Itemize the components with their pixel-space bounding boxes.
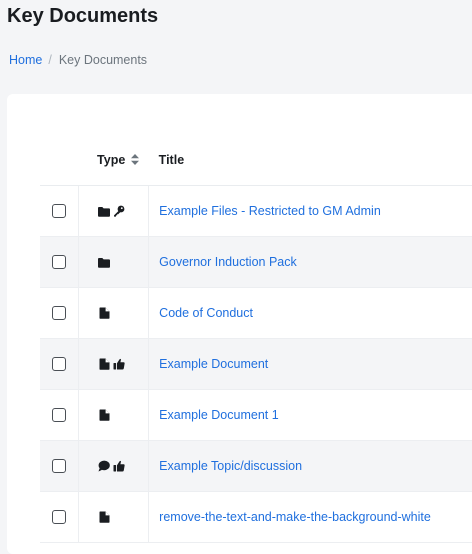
documents-card: Type Title Example Files - Restricted to… <box>7 94 472 554</box>
document-title-link[interactable]: Example Document <box>159 357 268 371</box>
table-row: remove-the-text-and-make-the-background-… <box>40 491 472 543</box>
table-row: Example Topic/discussion <box>40 440 472 492</box>
row-select-cell <box>40 440 79 492</box>
table-row: Governor Induction Pack <box>40 236 472 288</box>
breadcrumb-separator: / <box>48 53 52 67</box>
table-row: Example Document <box>40 338 472 390</box>
thumbs-up-icon <box>113 460 126 473</box>
row-select-cell <box>40 185 79 237</box>
document-title-link[interactable]: Example Topic/discussion <box>159 459 302 473</box>
row-checkbox[interactable] <box>52 204 66 218</box>
row-title-cell: Example Document <box>148 338 472 390</box>
file-icon <box>98 358 111 371</box>
file-icon <box>98 409 111 422</box>
document-title-link[interactable]: Example Document 1 <box>159 408 279 422</box>
file-icon <box>98 307 111 320</box>
page-title: Key Documents <box>7 5 159 27</box>
row-select-cell <box>40 287 79 339</box>
row-type-cell <box>78 185 150 237</box>
file-icon <box>98 511 111 524</box>
header-title-label: Title <box>158 152 185 167</box>
table-header-row: Type Title <box>40 134 472 186</box>
comment-icon <box>98 460 111 473</box>
document-title-link[interactable]: Governor Induction Pack <box>159 255 297 269</box>
header-title-column: Title <box>148 134 472 186</box>
document-title-link[interactable]: remove-the-text-and-make-the-background-… <box>159 510 431 524</box>
table-row: Example Files - Restricted to GM Admin <box>40 185 472 237</box>
row-type-cell <box>78 236 150 288</box>
row-select-cell <box>40 491 79 543</box>
row-title-cell: Code of Conduct <box>148 287 472 339</box>
breadcrumb-home-link[interactable]: Home <box>9 52 42 68</box>
table-row: Example Document 1 <box>40 389 472 441</box>
row-type-cell <box>78 287 150 339</box>
row-type-cell <box>78 491 150 543</box>
folder-icon <box>98 256 111 269</box>
row-select-cell <box>40 236 79 288</box>
sort-icon[interactable] <box>131 154 140 165</box>
header-type-label: Type <box>97 152 126 167</box>
row-type-cell <box>78 338 150 390</box>
header-select-column <box>40 134 79 186</box>
row-checkbox[interactable] <box>52 459 66 473</box>
row-title-cell: remove-the-text-and-make-the-background-… <box>148 491 472 543</box>
thumbs-up-icon <box>113 358 126 371</box>
documents-table: Type Title Example Files - Restricted to… <box>40 134 472 543</box>
row-select-cell <box>40 389 79 441</box>
row-title-cell: Governor Induction Pack <box>148 236 472 288</box>
row-title-cell: Example Topic/discussion <box>148 440 472 492</box>
key-icon <box>113 205 126 218</box>
row-type-cell <box>78 440 150 492</box>
folder-icon <box>98 205 111 218</box>
row-checkbox[interactable] <box>52 408 66 422</box>
row-title-cell: Example Files - Restricted to GM Admin <box>148 185 472 237</box>
row-checkbox[interactable] <box>52 357 66 371</box>
document-title-link[interactable]: Code of Conduct <box>159 306 253 320</box>
row-checkbox[interactable] <box>52 255 66 269</box>
table-row: Code of Conduct <box>40 287 472 339</box>
header-type-column[interactable]: Type <box>78 134 149 186</box>
breadcrumb-current: Key Documents <box>58 53 148 67</box>
document-title-link[interactable]: Example Files - Restricted to GM Admin <box>159 204 381 218</box>
row-checkbox[interactable] <box>52 510 66 524</box>
row-title-cell: Example Document 1 <box>148 389 472 441</box>
breadcrumb: Home / Key Documents <box>9 52 147 68</box>
row-checkbox[interactable] <box>52 306 66 320</box>
documents-table-body: Example Files - Restricted to GM Admin Go… <box>40 185 472 543</box>
row-select-cell <box>40 338 79 390</box>
row-type-cell <box>78 389 150 441</box>
